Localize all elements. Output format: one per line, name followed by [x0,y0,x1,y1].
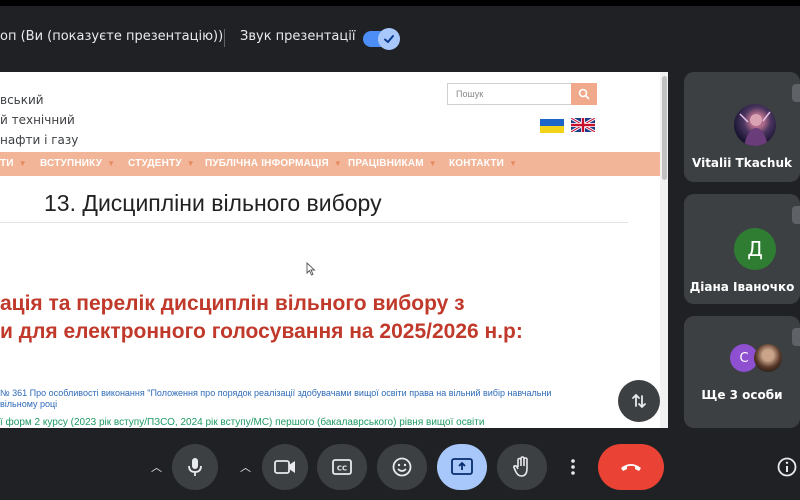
scrollbar-thumb[interactable] [662,76,667,180]
avatar: Д [734,228,776,270]
participant-name: Діана Іваночко [689,280,795,294]
meeting-info-button[interactable] [770,444,800,490]
nav-item-applicants[interactable]: ВСТУПНИКУ ▼ [40,158,115,169]
university-name-line: вський [0,93,44,107]
video-options-chevron-icon[interactable]: ︿ [240,459,251,475]
presentation-sound-label: Звук презентації [240,29,356,44]
tile-menu-handle[interactable] [792,328,800,346]
swap-layout-button[interactable] [618,380,660,422]
caret-down-icon: ▼ [428,159,437,168]
ukraine-flag-icon[interactable] [540,119,564,133]
participant-name: Ще 3 особи [701,388,783,402]
info-icon [777,457,797,477]
more-icon [571,459,575,475]
caret-down-icon: ▼ [186,159,195,168]
search-icon [578,88,590,100]
top-strip [0,0,800,6]
leave-call-button[interactable] [598,444,664,490]
captions-button[interactable]: CC [317,444,367,490]
university-name-line: й технічний [0,113,75,127]
divider [224,29,225,47]
site-navigation: ТИ ▼ ВСТУПНИКУ ▼ СТУДЕНТУ ▼ ПУБЛІЧНА ІНФОРМ… [0,152,660,176]
nav-item-staff[interactable]: ПРАЦІВНИКАМ ▼ [348,158,437,169]
nav-item-contacts[interactable]: КОНТАКТИ ▼ [449,158,517,169]
announcement-heading-line: ація та перелік дисциплін вільного вибор… [0,292,465,315]
avatar [734,104,776,146]
participants-overflow-tile[interactable]: С Ще 3 особи [684,316,800,428]
tile-menu-handle[interactable] [792,206,800,224]
title-divider [0,222,628,223]
order-link-line: № 361 Про особливості виконання "Положен… [0,388,552,398]
participant-tile[interactable]: Д Діана Іваночко [684,194,800,304]
university-name: вський й технічний нафти і газу [0,90,78,150]
emoji-icon [392,457,412,477]
site-search-button[interactable] [571,83,597,105]
captions-icon: CC [332,459,352,475]
caret-down-icon: ▼ [509,159,518,168]
shared-screen: вський й технічний нафти і газу Пошук ТИ… [0,72,668,428]
page-title: 13. Дисципліни вільного вибору [44,190,382,216]
camera-icon [274,460,295,474]
nav-item-public-info[interactable]: ПУБЛІЧНА ІНФОРМАЦІЯ ▼ [205,158,342,169]
uk-flag-icon[interactable] [571,118,595,132]
reactions-button[interactable] [377,444,427,490]
swap-vertical-icon [632,393,646,409]
university-name-line: нафти і газу [0,133,79,147]
participant-tile[interactable]: Vitalii Tkachuk [684,72,800,182]
order-link-line: вільному році [0,399,58,409]
nav-item[interactable]: ТИ ▼ [0,158,27,169]
order-link[interactable]: № 361 Про особливості виконання "Положен… [0,388,625,410]
announcement-heading-line: и для електронного голосування на 2025/2… [0,320,523,343]
leave-call-icon [621,464,641,471]
nav-item-students[interactable]: СТУДЕНТУ ▼ [128,158,195,169]
top-bar: оп (Ви (показуєте презентацію)) Звук пре… [0,0,800,72]
microphone-button[interactable] [172,444,218,490]
caret-down-icon: ▼ [18,159,27,168]
site-search-input[interactable]: Пошук [447,83,572,105]
caret-down-icon: ▼ [107,159,116,168]
announcement-heading: ація та перелік дисциплін вільного вибор… [0,290,523,346]
camera-button[interactable] [262,444,308,490]
more-options-button[interactable] [557,444,589,490]
check-icon [378,28,400,50]
presentation-sound-toggle[interactable] [363,28,400,50]
presenting-status: оп (Ви (показуєте презентацію)) [0,29,224,44]
raise-hand-button[interactable] [497,444,547,490]
present-icon [451,458,473,475]
present-screen-button[interactable] [437,444,487,490]
mic-icon [188,458,202,476]
hand-icon [513,456,528,477]
caret-down-icon: ▼ [333,159,342,168]
mouse-cursor-icon [306,262,316,276]
participant-name: Vitalii Tkachuk [692,156,792,170]
avatar [754,344,782,372]
tile-menu-handle[interactable] [792,84,800,102]
svg-text:CC: CC [337,465,347,473]
course-list-link[interactable]: ї форм 2 курсу (2023 рік вступу/ПЗСО, 20… [0,417,484,428]
audio-options-chevron-icon[interactable]: ︿ [151,459,162,475]
